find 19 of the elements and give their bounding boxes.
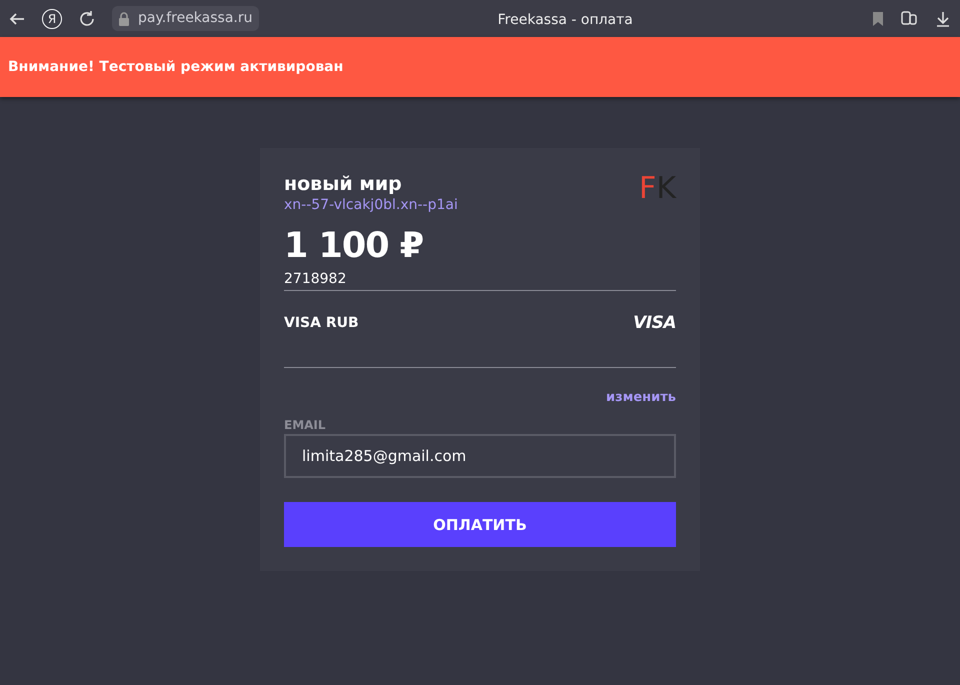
card-brand-logo: VISA (633, 312, 676, 335)
browser-logo[interactable]: Я (42, 8, 62, 28)
change-link[interactable]: изменить (606, 390, 676, 406)
order-number: 2718982 (284, 270, 348, 290)
merchant-name: новый мир (284, 174, 403, 195)
merchant-domain: xn--57-vlcakj0bl.xn--p1ai (284, 196, 458, 215)
lock-icon (118, 12, 130, 26)
email-label: EMAIL (284, 417, 327, 434)
download-icon[interactable] (934, 10, 952, 28)
page-title: Freekassa - оплата (498, 12, 633, 28)
reload-icon[interactable] (78, 10, 96, 28)
address-bar[interactable]: pay.freekassa.ru (112, 6, 258, 31)
amount: 1 100 ₽ (284, 224, 424, 268)
bookmark-icon[interactable] (872, 10, 884, 26)
email-field[interactable]: limita285@gmail.com (284, 434, 676, 478)
extensions-icon[interactable] (900, 10, 918, 28)
banner-text: Внимание! Тестовый режим активирован (8, 58, 344, 76)
pay-button[interactable]: ОПЛАТИТЬ (284, 502, 676, 548)
payment-method: VISA RUB (284, 314, 359, 333)
